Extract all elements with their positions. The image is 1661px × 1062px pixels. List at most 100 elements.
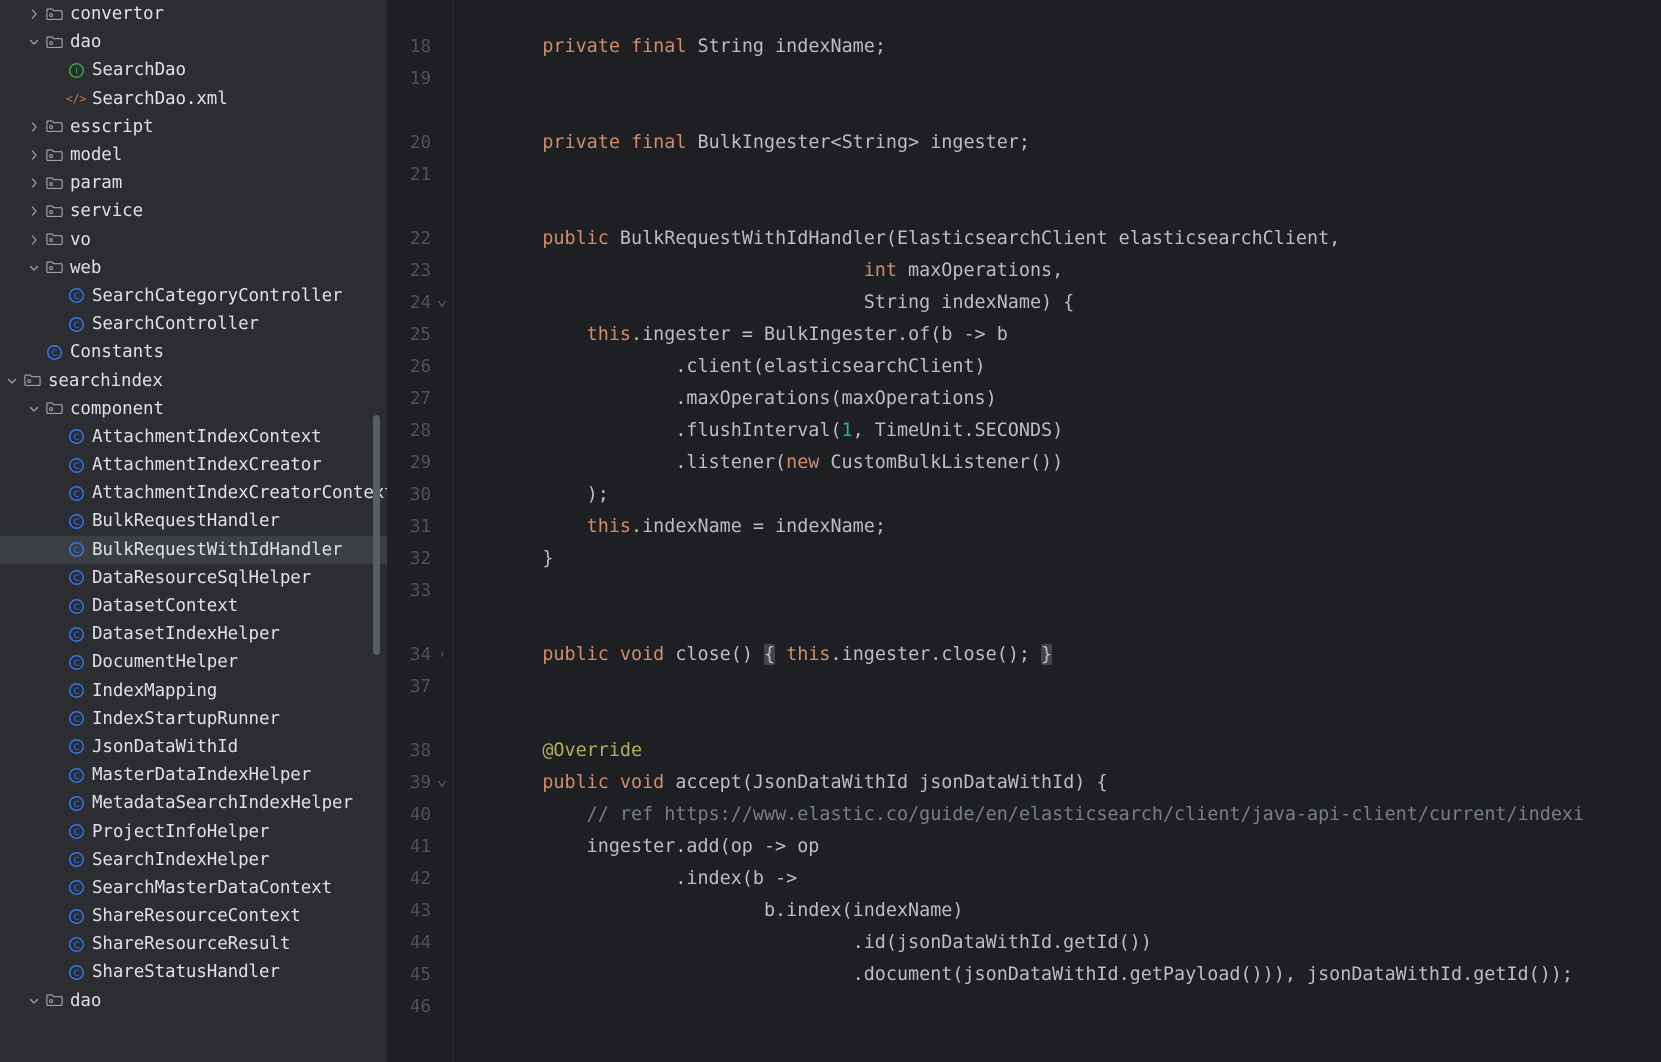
tree-item-searchdao[interactable]: I SearchDao bbox=[0, 56, 387, 84]
tree-item-esscript[interactable]: esscript bbox=[0, 113, 387, 141]
tree-item-searchcategorycontroller[interactable]: C SearchCategoryController bbox=[0, 282, 387, 310]
code-line[interactable]: .index(b -> bbox=[498, 863, 797, 895]
tree-item-indexstartuprunner[interactable]: C IndexStartupRunner bbox=[0, 705, 387, 733]
tree-item-metadatasearchindexhelper[interactable]: C MetadataSearchIndexHelper bbox=[0, 789, 387, 817]
tree-item-datasetindexhelper[interactable]: C DatasetIndexHelper bbox=[0, 620, 387, 648]
code-line[interactable]: .document(jsonDataWithId.getPayload())),… bbox=[498, 959, 1573, 991]
tree-item-indexmapping[interactable]: C IndexMapping bbox=[0, 677, 387, 705]
tree-item-searchindex[interactable]: searchindex bbox=[0, 366, 387, 394]
line-number: 45 bbox=[409, 965, 431, 985]
editor-pane[interactable]: 18 19 20 21 22 23 24 ⌄ 25 26 27 28 29 30 31 32 33 34 › 37 38… bbox=[387, 0, 1661, 1062]
fold-collapse-icon[interactable]: ⌄ bbox=[435, 287, 449, 319]
chevron-down-icon[interactable] bbox=[26, 993, 42, 1009]
code-token-kw: public void bbox=[542, 644, 665, 665]
tree-item-component[interactable]: component bbox=[0, 395, 387, 423]
tree-item-shareresourcecontext[interactable]: C ShareResourceContext bbox=[0, 902, 387, 930]
tree-item-label: SearchCategoryController bbox=[92, 285, 343, 306]
chevron-right-icon[interactable] bbox=[26, 203, 42, 219]
tree-item-param[interactable]: param bbox=[0, 169, 387, 197]
tree-item-masterdataindexhelper[interactable]: C MasterDataIndexHelper bbox=[0, 761, 387, 789]
tree-item-searchcontroller[interactable]: C SearchController bbox=[0, 310, 387, 338]
code-line[interactable]: // ref https://www.elastic.co/guide/en/e… bbox=[498, 799, 1584, 831]
line-number: 42 bbox=[409, 869, 431, 889]
sidebar-scrollbar[interactable] bbox=[373, 415, 380, 655]
code-line[interactable]: ); bbox=[498, 479, 609, 511]
code-line[interactable]: .listener(new CustomBulkListener()) bbox=[498, 447, 1063, 479]
code-line[interactable]: public void close() { this.ingester.clos… bbox=[498, 639, 1053, 671]
code-line[interactable]: .id(jsonDataWithId.getId()) bbox=[498, 927, 1152, 959]
chevron-right-icon[interactable] bbox=[26, 119, 42, 135]
java-class-icon: C bbox=[66, 511, 86, 531]
collapsed-fold-brace[interactable]: { bbox=[764, 644, 776, 665]
line-number: 41 bbox=[409, 837, 431, 857]
code-line[interactable]: .maxOperations(maxOperations) bbox=[498, 383, 997, 415]
code-line[interactable]: int maxOperations, bbox=[498, 255, 1063, 287]
code-line[interactable]: public void accept(JsonDataWithId jsonDa… bbox=[498, 767, 1108, 799]
tree-item-searchindexhelper[interactable]: C SearchIndexHelper bbox=[0, 846, 387, 874]
tree-item-convertor[interactable]: convertor bbox=[0, 0, 387, 28]
code-area[interactable]: private final String indexName; private … bbox=[453, 0, 1661, 1062]
tree-item-searchmasterdatacontext[interactable]: C SearchMasterDataContext bbox=[0, 874, 387, 902]
code-line[interactable]: @Override bbox=[498, 735, 642, 767]
collapsed-fold-brace[interactable]: } bbox=[1041, 644, 1053, 665]
tree-item-shareresourceresult[interactable]: C ShareResourceResult bbox=[0, 930, 387, 958]
code-token-kw: public void bbox=[542, 772, 665, 793]
tree-item-model[interactable]: model bbox=[0, 141, 387, 169]
tree-item-projectinfohelper[interactable]: C ProjectInfoHelper bbox=[0, 817, 387, 845]
tree-item-web[interactable]: web bbox=[0, 254, 387, 282]
project-tree-list[interactable]: convertor dao I SearchDao </> SearchDao.xml es… bbox=[0, 0, 387, 1015]
chevron-down-icon[interactable] bbox=[26, 260, 42, 276]
chevron-right-icon[interactable] bbox=[26, 232, 42, 248]
code-token-pln: .ingester = BulkIngester.of(b -> b bbox=[631, 324, 1008, 345]
tree-item-datasetcontext[interactable]: C DatasetContext bbox=[0, 592, 387, 620]
tree-item-constants[interactable]: C Constants bbox=[0, 338, 387, 366]
tree-item-vo[interactable]: vo bbox=[0, 226, 387, 254]
chevron-down-icon[interactable] bbox=[26, 34, 42, 50]
code-line[interactable]: private final BulkIngester<String> inges… bbox=[498, 127, 1030, 159]
code-line[interactable]: String indexName) { bbox=[498, 287, 1075, 319]
tree-item-dataresourcesqlhelper[interactable]: C DataResourceSqlHelper bbox=[0, 564, 387, 592]
fold-expand-icon[interactable]: › bbox=[435, 639, 449, 671]
project-tree-panel[interactable]: convertor dao I SearchDao </> SearchDao.xml es… bbox=[0, 0, 387, 1062]
tree-item-label: dao bbox=[70, 32, 102, 53]
line-number: 21 bbox=[409, 165, 431, 185]
code-line[interactable]: private final String indexName; bbox=[498, 31, 886, 63]
java-class-icon: C bbox=[66, 962, 86, 982]
chevron-down-icon[interactable] bbox=[4, 373, 20, 389]
code-token-kw: public bbox=[542, 228, 609, 249]
code-line[interactable]: public BulkRequestWithIdHandler(Elastics… bbox=[498, 223, 1340, 255]
chevron-right-icon[interactable] bbox=[26, 175, 42, 191]
code-line[interactable]: ingester.add(op -> op bbox=[498, 831, 820, 863]
tree-item-dao[interactable]: dao bbox=[0, 987, 387, 1015]
svg-text:C: C bbox=[73, 293, 79, 303]
code-line[interactable]: } bbox=[498, 543, 553, 575]
tree-item-service[interactable]: service bbox=[0, 197, 387, 225]
code-token-kw: private final bbox=[542, 36, 687, 57]
code-line[interactable]: b.index(indexName) bbox=[498, 895, 963, 927]
code-line[interactable]: this.ingester = BulkIngester.of(b -> b bbox=[498, 319, 1008, 351]
tree-item-bulkrequesthandler[interactable]: C BulkRequestHandler bbox=[0, 507, 387, 535]
tree-item-attachmentindexcreatorcontext[interactable]: C AttachmentIndexCreatorContext bbox=[0, 479, 387, 507]
tree-item-sharestatushandler[interactable]: C ShareStatusHandler bbox=[0, 958, 387, 986]
line-number: 22 bbox=[409, 229, 431, 249]
tree-item-attachmentindexcontext[interactable]: C AttachmentIndexContext bbox=[0, 423, 387, 451]
fold-collapse-icon[interactable]: ⌄ bbox=[435, 767, 449, 799]
tree-item-jsondatawithid[interactable]: C JsonDataWithId bbox=[0, 733, 387, 761]
tree-item-dao[interactable]: dao bbox=[0, 28, 387, 56]
tree-item-documenthelper[interactable]: C DocumentHelper bbox=[0, 648, 387, 676]
editor-gutter[interactable]: 18 19 20 21 22 23 24 ⌄ 25 26 27 28 29 30 31 32 33 34 › 37 38… bbox=[387, 0, 453, 1062]
code-token-pln: .document(jsonDataWithId.getPayload())),… bbox=[498, 964, 1573, 985]
svg-text:C: C bbox=[73, 687, 79, 697]
tree-item-attachmentindexcreator[interactable]: C AttachmentIndexCreator bbox=[0, 451, 387, 479]
code-line[interactable]: .client(elasticsearchClient) bbox=[498, 351, 986, 383]
chevron-down-icon[interactable] bbox=[26, 401, 42, 417]
tree-item-bulkrequestwithidhandler[interactable]: C BulkRequestWithIdHandler bbox=[0, 535, 387, 564]
code-line[interactable]: this.indexName = indexName; bbox=[498, 511, 886, 543]
chevron-right-icon[interactable] bbox=[26, 147, 42, 163]
chevron-right-icon[interactable] bbox=[26, 6, 42, 22]
tree-item-searchdao-xml[interactable]: </> SearchDao.xml bbox=[0, 85, 387, 113]
code-line[interactable]: .flushInterval(1, TimeUnit.SECONDS) bbox=[498, 415, 1063, 447]
